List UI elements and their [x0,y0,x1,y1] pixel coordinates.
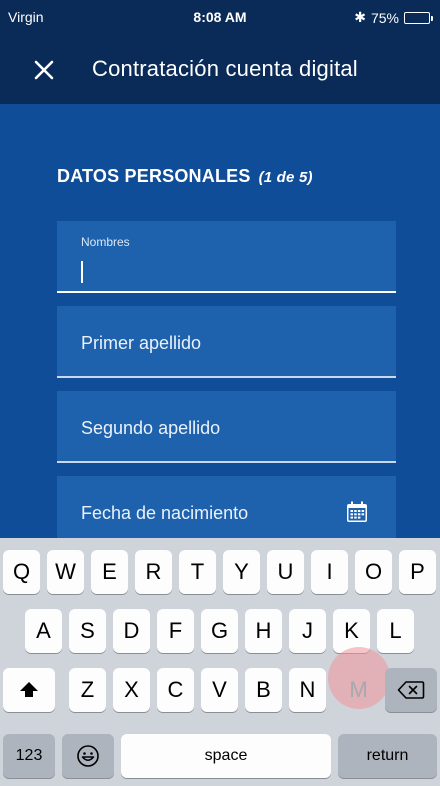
bluetooth-icon: ✱ [354,9,366,25]
key-b[interactable]: B [245,668,282,712]
key-v[interactable]: V [201,668,238,712]
return-key[interactable]: return [338,734,437,778]
key-d[interactable]: D [113,609,150,653]
nav-bar: Contratación cuenta digital [0,36,440,104]
key-p[interactable]: P [399,550,436,594]
key-h[interactable]: H [245,609,282,653]
keyboard: Q W E R T Y U I O P A S D F G H J K L Z … [0,538,440,786]
battery-percent: 75% [370,9,399,26]
close-icon[interactable] [28,54,60,86]
emoji-key[interactable] [62,734,114,778]
key-l[interactable]: L [377,609,414,653]
emoji-icon [77,745,99,767]
key-y[interactable]: Y [223,550,260,594]
nombres-label: Nombres [81,235,130,249]
step-indicator: (1 de 5) [258,169,313,186]
key-z[interactable]: Z [69,668,106,712]
section-title-text: DATOS PERSONALES [57,166,251,186]
status-bar: Virgin 8:08 AM ✱ 75% [0,0,440,36]
key-n[interactable]: N [289,668,326,712]
backspace-key[interactable] [385,668,437,712]
segundo-apellido-placeholder: Segundo apellido [81,418,221,438]
form-content: DATOS PERSONALES (1 de 5) Nombres Primer … [0,104,440,548]
key-r[interactable]: R [135,550,172,594]
segundo-apellido-field[interactable]: Segundo apellido [57,391,396,463]
nombres-field[interactable]: Nombres [57,221,396,293]
section-title: DATOS PERSONALES (1 de 5) [57,166,313,187]
key-u[interactable]: U [267,550,304,594]
key-g[interactable]: G [201,609,238,653]
key-i[interactable]: I [311,550,348,594]
numbers-key[interactable]: 123 [3,734,55,778]
key-j[interactable]: J [289,609,326,653]
key-c[interactable]: C [157,668,194,712]
text-caret [81,261,83,283]
key-m[interactable]: M [340,668,377,712]
key-t[interactable]: T [179,550,216,594]
battery-icon [404,11,433,24]
key-a[interactable]: A [25,609,62,653]
key-k[interactable]: K [333,609,370,653]
key-f[interactable]: F [157,609,194,653]
shift-icon [20,682,38,697]
backspace-icon [397,681,425,699]
key-s[interactable]: S [69,609,106,653]
key-o[interactable]: O [355,550,392,594]
page-title: Contratación cuenta digital [92,56,358,81]
status-right: ✱ 75% [354,9,433,26]
fecha-nacimiento-placeholder: Fecha de nacimiento [81,503,249,523]
key-q[interactable]: Q [3,550,40,594]
primer-apellido-field[interactable]: Primer apellido [57,306,396,378]
space-key[interactable]: space [121,734,331,778]
key-w[interactable]: W [47,550,84,594]
calendar-icon[interactable] [345,500,369,524]
key-x[interactable]: X [113,668,150,712]
primer-apellido-placeholder: Primer apellido [81,333,202,353]
shift-key[interactable] [3,668,55,712]
key-e[interactable]: E [91,550,128,594]
